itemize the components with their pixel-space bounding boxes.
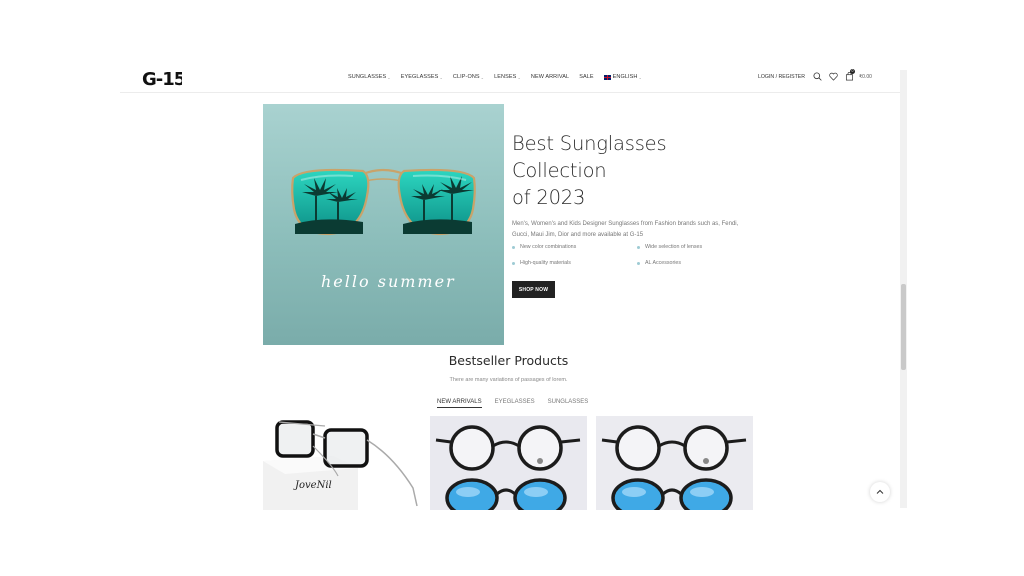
- feature-item: High-quality materials: [512, 260, 571, 266]
- tab-eyeglasses[interactable]: EYEGLASSES: [495, 399, 535, 408]
- feature-label: High-quality materials: [520, 260, 571, 266]
- shop-now-button[interactable]: SHOP NOW: [512, 281, 555, 298]
- chevron-down-icon: ⌄: [480, 74, 485, 80]
- nav-label: NEW ARRIVAL: [530, 74, 570, 80]
- hero-title: Best Sunglasses Collection of 2023: [512, 130, 762, 211]
- bullet-dot-icon: [637, 261, 640, 265]
- cart-button[interactable]: 0: [845, 69, 855, 81]
- round-clip-on-glasses-image: [435, 425, 581, 510]
- nav-label: SUNGLASSES: [348, 74, 387, 80]
- feature-item: AL Accessories: [637, 260, 681, 266]
- nav-item-clip-ons[interactable]: CLIP-ONS ⌄: [453, 74, 484, 80]
- hero-title-line1: Best Sunglasses Collection: [512, 132, 667, 182]
- product-card[interactable]: JoveNil: [263, 416, 420, 510]
- bullet-dot-icon: [637, 245, 640, 249]
- page-scrollbar[interactable]: [900, 70, 907, 508]
- heart-icon[interactable]: [829, 72, 838, 81]
- nav-label: SALE: [579, 74, 594, 80]
- hero-image: hello summer: [263, 104, 504, 345]
- square-eyeglasses-image: [263, 420, 418, 510]
- product-card[interactable]: [430, 416, 587, 510]
- product-card[interactable]: [596, 416, 753, 510]
- tab-sunglasses[interactable]: SUNGLASSES: [548, 399, 589, 408]
- tab-new-arrivals[interactable]: NEW ARRIVALS: [437, 399, 482, 408]
- site-header: G-15 SUNGLASSES ⌄ EYEGLASSES ⌄ CLIP-ONS ⌄ L…: [120, 62, 900, 93]
- nav-label: EYEGLASSES: [400, 74, 439, 80]
- main-nav: SUNGLASSES ⌄ EYEGLASSES ⌄ CLIP-ONS ⌄ LENSES…: [348, 74, 652, 80]
- nav-label: ENGLISH: [612, 74, 638, 80]
- chevron-down-icon: ⌄: [517, 74, 521, 80]
- hero-title-line2: of 2023: [512, 186, 586, 209]
- nav-label: LENSES: [494, 74, 517, 80]
- cart-total[interactable]: ₹0.00: [859, 74, 872, 80]
- svg-text:G-15: G-15: [142, 69, 182, 88]
- chevron-down-icon: ⌄: [439, 74, 443, 80]
- chevron-down-icon: ⌄: [638, 74, 642, 80]
- uk-flag-icon: [603, 74, 611, 80]
- bullet-dot-icon: [512, 261, 515, 265]
- hello-summer-script: hello summer: [321, 272, 456, 291]
- header-actions: LOGIN / REGISTER 0 ₹0.00: [758, 69, 872, 81]
- nav-label: CLIP-ONS: [452, 74, 480, 80]
- logo[interactable]: G-15: [142, 68, 182, 88]
- hero-description: Men's, Women's and Kids Designer Sunglas…: [512, 221, 739, 238]
- feature-item: New color combinations: [512, 244, 576, 250]
- round-clip-on-glasses-image: [601, 425, 747, 510]
- nav-item-sale[interactable]: SALE: [579, 74, 593, 80]
- language-selector[interactable]: ENGLISH ⌄: [603, 74, 642, 80]
- aviator-sunglasses-illustration: [291, 168, 476, 236]
- scroll-to-top-button[interactable]: [870, 482, 890, 502]
- chevron-down-icon: ⌄: [387, 74, 391, 80]
- feature-label: New color combinations: [520, 244, 577, 250]
- search-icon[interactable]: [813, 72, 822, 81]
- feature-item: Wide selection of lenses: [637, 244, 702, 250]
- feature-label: Wide selection of lenses: [645, 244, 703, 250]
- nav-item-new-arrival[interactable]: NEW ARRIVAL: [531, 74, 569, 80]
- nav-item-eyeglasses[interactable]: EYEGLASSES ⌄: [401, 74, 443, 80]
- website: G-15 SUNGLASSES ⌄ EYEGLASSES ⌄ CLIP-ONS ⌄ L…: [120, 62, 907, 510]
- nav-item-sunglasses[interactable]: SUNGLASSES ⌄: [348, 74, 391, 80]
- nav-item-lenses[interactable]: LENSES ⌄: [494, 74, 521, 80]
- product-tabs: NEW ARRIVALS EYEGLASSES SUNGLASSES: [437, 399, 601, 408]
- product-box-brand: JoveNil: [295, 480, 332, 491]
- cart-count-badge: 0: [849, 69, 855, 74]
- bestseller-title: Bestseller Products: [448, 353, 569, 368]
- feature-label: AL Accessories: [645, 260, 682, 266]
- login-register-link[interactable]: LOGIN / REGISTER: [758, 74, 805, 80]
- hero-text: Best Sunglasses Collection of 2023 Men's…: [512, 130, 762, 241]
- bestseller-subtitle: There are many variations of passages of…: [449, 377, 568, 383]
- chevron-up-icon: [876, 489, 884, 494]
- scrollbar-thumb[interactable]: [901, 284, 906, 370]
- bullet-dot-icon: [512, 245, 515, 249]
